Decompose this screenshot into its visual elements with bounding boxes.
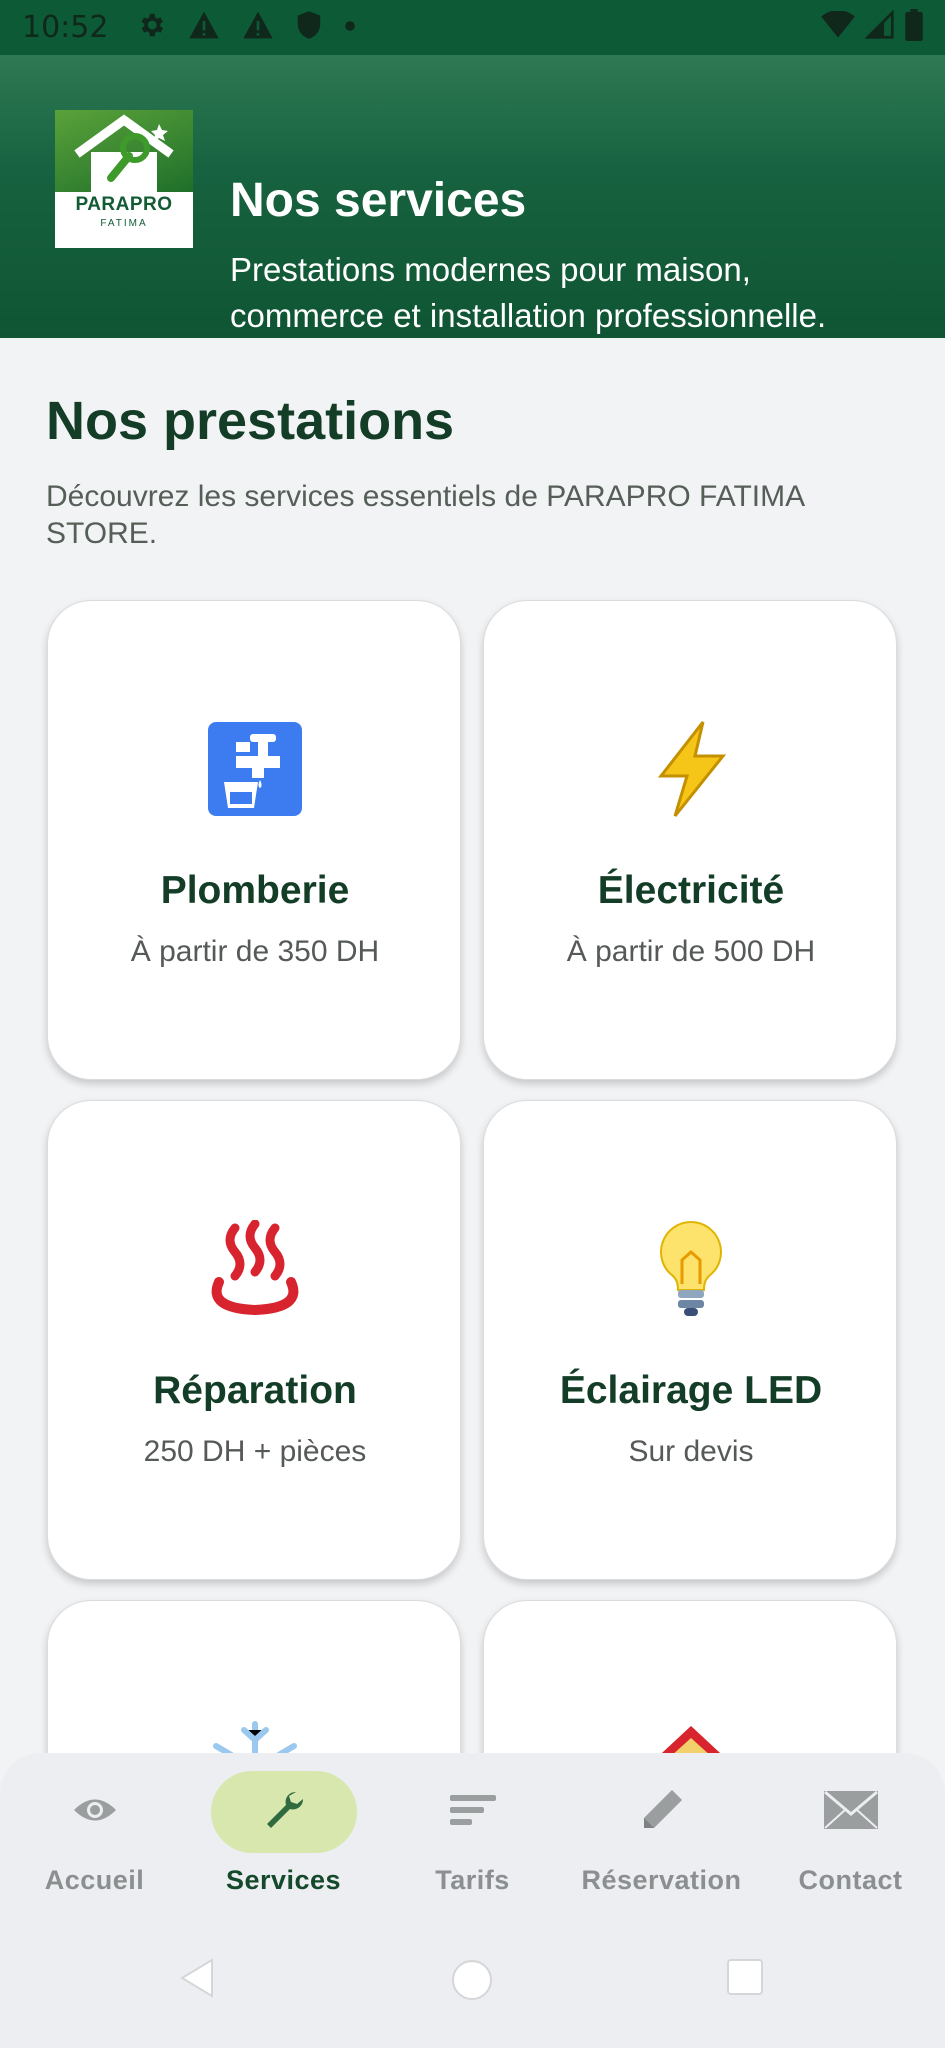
service-title: Électricité — [597, 869, 785, 912]
nav-label: Accueil — [44, 1865, 145, 1895]
service-title: Éclairage LED — [559, 1369, 823, 1412]
page-header: PARAPRO FATIMA Nos services Prestations … — [0, 55, 945, 338]
home-icon[interactable] — [450, 1958, 494, 2007]
services-grid: Plomberie À partir de 350 DH Électricité… — [0, 590, 945, 1753]
notification-icons — [136, 10, 356, 45]
page-subtitle: Prestations modernes pour maison, commer… — [230, 251, 827, 334]
system-status-icons — [821, 9, 923, 46]
service-card-eclairage-led[interactable]: Éclairage LED Sur devis — [483, 1100, 897, 1580]
recents-icon[interactable] — [726, 1958, 764, 2001]
status-bar: 10:52 — [0, 0, 945, 55]
lightbulb-icon — [484, 1219, 898, 1319]
back-icon[interactable] — [180, 1958, 216, 2003]
bottom-navigation: Accueil Services Tarifs Réservation Cont… — [0, 1753, 945, 1913]
eye-icon — [72, 1795, 118, 1830]
battery-icon — [905, 9, 923, 46]
nav-item-reservation[interactable]: Réservation — [567, 1771, 756, 1901]
nav-label: Contact — [798, 1865, 903, 1895]
wifi-icon — [821, 10, 855, 44]
service-price: 250 DH + pièces — [143, 1435, 367, 1468]
warning-icon — [188, 10, 220, 45]
service-price: À partir de 500 DH — [566, 935, 816, 968]
nav-item-accueil[interactable]: Accueil — [0, 1771, 189, 1901]
nav-item-services[interactable]: Services — [189, 1771, 378, 1901]
service-card-reparation[interactable]: Réparation 250 DH + pièces — [47, 1100, 461, 1580]
logo-subtext: FATIMA — [100, 218, 148, 229]
gear-icon — [136, 10, 166, 45]
nav-label: Services — [225, 1865, 342, 1895]
lightning-icon — [484, 719, 898, 819]
page-title: Nos services — [230, 174, 527, 227]
house-icon — [484, 1719, 898, 1753]
heat-icon — [48, 1219, 462, 1319]
service-price: À partir de 350 DH — [130, 935, 380, 968]
section-title: Nos prestations — [46, 391, 455, 451]
house-wrench-logo-icon — [74, 114, 174, 192]
nav-label: Réservation — [581, 1865, 742, 1895]
snowflake-icon — [48, 1719, 462, 1753]
faucet-icon — [48, 719, 462, 819]
nav-item-tarifs[interactable]: Tarifs — [378, 1771, 567, 1901]
service-card[interactable] — [483, 1600, 897, 1753]
pencil-icon — [640, 1788, 684, 1837]
brand-logo: PARAPRO FATIMA — [55, 110, 193, 248]
logo-text: PARAPRO — [75, 194, 173, 215]
signal-icon — [864, 9, 895, 45]
service-card[interactable] — [47, 1600, 461, 1753]
warning-icon — [242, 10, 274, 45]
service-title: Réparation — [153, 1369, 357, 1412]
service-title: Plomberie — [160, 869, 350, 912]
service-price: Sur devis — [628, 1435, 754, 1468]
service-card-plomberie[interactable]: Plomberie À partir de 350 DH — [47, 600, 461, 1080]
dot-icon — [344, 19, 356, 37]
shield-icon — [296, 10, 322, 45]
wrench-icon — [262, 1788, 306, 1837]
envelope-icon — [823, 1790, 879, 1835]
service-card-electricite[interactable]: Électricité À partir de 500 DH — [483, 600, 897, 1080]
lines-icon — [449, 1793, 496, 1832]
section-description: Découvrez les services essentiels de PAR… — [46, 480, 804, 550]
nav-item-contact[interactable]: Contact — [756, 1771, 945, 1901]
status-time: 10:52 — [22, 10, 109, 45]
nav-label: Tarifs — [435, 1865, 510, 1895]
system-navigation-bar — [0, 1913, 945, 2048]
